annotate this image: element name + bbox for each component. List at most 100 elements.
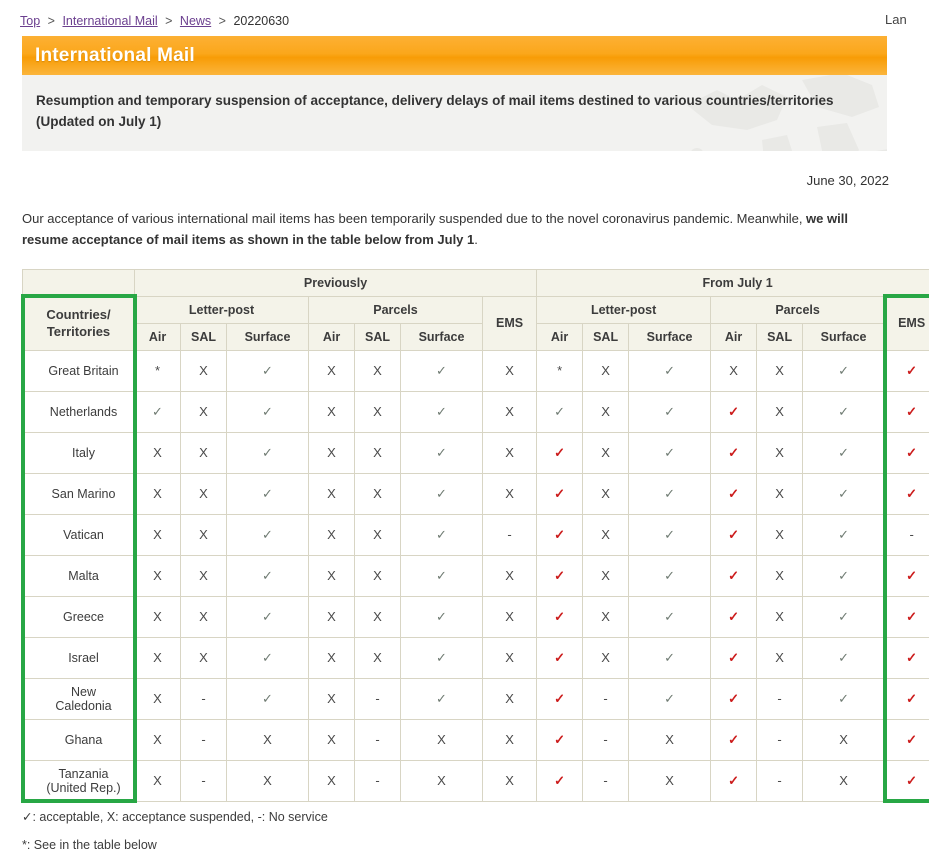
header-countries-territories: Countries/ Territories xyxy=(23,296,135,350)
header-group-from-july-1: From July 1 xyxy=(537,269,929,296)
status-cell: X xyxy=(355,350,401,391)
status-cell: X xyxy=(483,555,537,596)
status-cell: - xyxy=(757,719,803,760)
table-header-row-service: Air SAL Surface Air SAL Surface Air SAL … xyxy=(23,323,929,350)
header-prev-parcels: Parcels xyxy=(309,296,483,323)
status-cell: ✓ xyxy=(227,432,309,473)
status-mark-new: ✓ xyxy=(554,732,565,747)
status-cell: ✓ xyxy=(227,350,309,391)
status-cell: ✓ xyxy=(537,596,583,637)
status-mark-x: X xyxy=(505,609,514,624)
status-cell: ✓ xyxy=(537,432,583,473)
status-mark-x: X xyxy=(153,609,162,624)
status-cell: ✓ xyxy=(629,432,711,473)
status-cell: ✓ xyxy=(537,514,583,555)
status-cell: ✓ xyxy=(803,391,885,432)
status-mark-new: ✓ xyxy=(906,650,917,665)
status-cell: ✓ xyxy=(537,760,583,801)
status-mark-new: ✓ xyxy=(728,732,739,747)
status-mark-x: X xyxy=(327,445,336,460)
status-mark-ok: ✓ xyxy=(664,527,675,542)
status-cell: X xyxy=(355,473,401,514)
status-mark-new: ✓ xyxy=(728,527,739,542)
status-mark-x: X xyxy=(199,404,208,419)
status-mark-ok: ✓ xyxy=(262,568,273,583)
status-mark-ok: ✓ xyxy=(664,486,675,501)
breadcrumb-separator: > xyxy=(165,14,172,28)
status-cell: - xyxy=(181,760,227,801)
status-cell: X xyxy=(803,719,885,760)
status-cell: ✓ xyxy=(885,637,929,678)
status-cell: ✓ xyxy=(227,514,309,555)
status-cell: X xyxy=(309,555,355,596)
status-mark-new: ✓ xyxy=(906,609,917,624)
status-cell: X xyxy=(309,432,355,473)
status-cell: X xyxy=(803,760,885,801)
status-cell: - xyxy=(355,760,401,801)
status-mark-x: X xyxy=(373,404,382,419)
status-cell: ✓ xyxy=(885,391,929,432)
status-cell: X xyxy=(483,678,537,719)
status-mark-x: X xyxy=(199,445,208,460)
breadcrumb-item-news[interactable]: News xyxy=(180,14,211,28)
status-mark-ok: ✓ xyxy=(436,691,447,706)
table-body: Great Britain*X✓XX✓X*X✓XX✓✓Netherlands✓X… xyxy=(23,350,929,801)
country-name-cell: Ghana xyxy=(23,719,135,760)
country-name-cell: NewCaledonia xyxy=(23,678,135,719)
status-mark-ok: ✓ xyxy=(664,691,675,706)
status-mark-new: ✓ xyxy=(906,732,917,747)
header-countries-line2: Territories xyxy=(47,324,110,339)
status-cell: - xyxy=(181,678,227,719)
status-mark-x: X xyxy=(775,404,784,419)
status-cell: X xyxy=(401,760,483,801)
status-cell: X xyxy=(629,719,711,760)
country-name-cell: Tanzania(United Rep.) xyxy=(23,760,135,801)
status-cell: ✓ xyxy=(803,432,885,473)
language-selector[interactable]: Lan xyxy=(885,12,907,27)
status-cell: ✓ xyxy=(629,678,711,719)
status-mark-new: ✓ xyxy=(906,404,917,419)
status-mark-x: X xyxy=(199,527,208,542)
status-cell: ✓ xyxy=(803,514,885,555)
table-row: NewCaledoniaX-✓X-✓X✓-✓✓-✓✓ xyxy=(23,678,929,719)
status-cell: ✓ xyxy=(629,473,711,514)
status-mark-new: ✓ xyxy=(728,486,739,501)
status-mark-x: X xyxy=(373,445,382,460)
status-mark-ok: ✓ xyxy=(838,609,849,624)
status-mark-x: X xyxy=(327,691,336,706)
status-mark-x: X xyxy=(373,363,382,378)
status-mark-x: X xyxy=(601,404,610,419)
status-cell: X xyxy=(135,678,181,719)
status-mark-dash: - xyxy=(603,773,607,788)
status-cell: X xyxy=(181,473,227,514)
country-name-cell: Vatican xyxy=(23,514,135,555)
status-mark-new: ✓ xyxy=(906,486,917,501)
status-cell: X xyxy=(181,350,227,391)
status-mark-x: X xyxy=(153,732,162,747)
status-mark-x: X xyxy=(775,486,784,501)
status-cell: X xyxy=(483,473,537,514)
header-countries-line1: Countries/ xyxy=(46,307,110,322)
status-mark-ok: ✓ xyxy=(664,650,675,665)
breadcrumb-item-top[interactable]: Top xyxy=(20,14,40,28)
header-prev-letter-sal: SAL xyxy=(181,323,227,350)
header-corner-blank xyxy=(23,269,135,296)
status-cell: ✓ xyxy=(803,596,885,637)
status-mark-x: X xyxy=(327,486,336,501)
status-mark-x: X xyxy=(199,363,208,378)
status-cell: X xyxy=(309,719,355,760)
country-name-line2: (United Rep.) xyxy=(46,781,120,795)
mail-status-table-container: Previously From July 1 Countries/ Territ… xyxy=(22,269,888,802)
status-cell: X xyxy=(757,432,803,473)
status-cell: ✓ xyxy=(401,473,483,514)
status-cell: ✓ xyxy=(227,473,309,514)
status-mark-ok: ✓ xyxy=(838,527,849,542)
status-cell: X xyxy=(309,596,355,637)
status-cell: ✓ xyxy=(629,596,711,637)
status-mark-dash: - xyxy=(375,732,379,747)
status-cell: ✓ xyxy=(537,719,583,760)
breadcrumb-item-international-mail[interactable]: International Mail xyxy=(62,14,157,28)
status-cell: ✓ xyxy=(803,678,885,719)
status-mark-x: X xyxy=(775,363,784,378)
table-legend: ✓: acceptable, X: acceptance suspended, … xyxy=(22,808,888,856)
